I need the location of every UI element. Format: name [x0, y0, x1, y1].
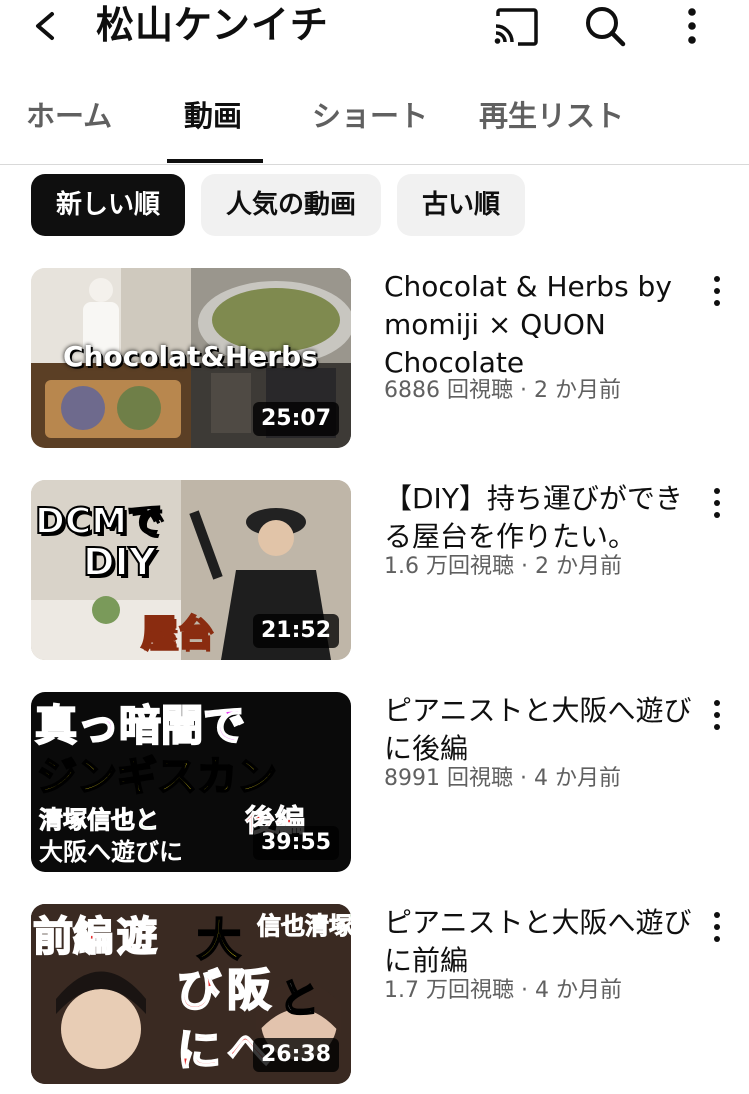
thumbnail-caption: 屋台: [140, 612, 214, 655]
video-title[interactable]: ピアニストと大阪へ遊びに後編: [384, 692, 694, 768]
video-metadata: 6886 回視聴 · 2 か月前: [384, 378, 621, 403]
thumbnail-caption: 清塚: [305, 912, 352, 941]
tab-videos[interactable]: 動画: [184, 96, 242, 136]
more-vertical-icon: [714, 488, 720, 518]
more-vertical-icon: [688, 8, 696, 44]
video-title[interactable]: 【DIY】持ち運びができる屋台を作りたい。: [384, 480, 694, 556]
more-options-button[interactable]: [668, 4, 716, 48]
top-app-bar: 松山ケンイチ: [0, 0, 749, 60]
video-duration: 25:07: [252, 402, 339, 436]
video-thumbnail[interactable]: 真っ暗闇で ジンギスカン 清塚信也と 大阪へ遊びに 後編 39:55: [31, 692, 351, 872]
thumbnail-caption: Chocolat&Herbs: [63, 340, 318, 373]
thumbnail-caption: 大阪へ遊びに: [39, 838, 183, 866]
video-title[interactable]: ピアニストと大阪へ遊びに前編: [384, 904, 694, 980]
thumbnail-caption: DIY: [82, 539, 157, 585]
thumbnail-caption: 前編: [32, 913, 114, 961]
thumbnail-caption: 阪: [226, 964, 272, 1017]
channel-title: 松山ケンイチ: [96, 3, 329, 47]
thumbnail-caption: と: [278, 975, 320, 1023]
chip-popular[interactable]: 人気の動画: [201, 174, 381, 236]
search-icon: [586, 7, 626, 47]
video-thumbnail[interactable]: Chocolat&Herbs 25:07: [31, 268, 351, 448]
channel-tabs: ホーム 動画 ショート 再生リスト: [0, 80, 749, 165]
video-menu-button[interactable]: [700, 910, 734, 944]
video-title[interactable]: Chocolat & Herbs by momiji × QUON Chocol…: [384, 268, 694, 382]
more-vertical-icon: [714, 276, 720, 306]
tab-shorts[interactable]: ショート: [312, 96, 428, 136]
more-vertical-icon: [714, 912, 720, 942]
video-duration: 21:52: [252, 614, 339, 648]
video-item[interactable]: Chocolat&Herbs 25:07 Chocolat & Herbs by…: [0, 268, 749, 458]
channel-videos-page: 松山ケンイチ ホーム 動画 ショート 再生リスト 新しい順 人気の動画 古い順 …: [0, 0, 749, 1094]
tab-home[interactable]: ホーム: [26, 96, 112, 136]
tab-playlists[interactable]: 再生リスト: [479, 96, 624, 136]
thumbnail-caption: 清塚信也と: [39, 806, 160, 835]
thumbnail-caption: ジンギスカン: [36, 753, 278, 801]
thumbnail-caption: DCMで: [34, 500, 164, 543]
video-menu-button[interactable]: [700, 274, 734, 308]
video-item[interactable]: 前編 遊 び に 大 阪 へ と 信也 清塚 26:38 ピアニストと大阪へ遊び…: [0, 904, 749, 1094]
video-metadata: 1.7 万回視聴 · 4 か月前: [384, 978, 622, 1003]
chip-oldest[interactable]: 古い順: [397, 174, 525, 236]
thumbnail-caption: 信也: [257, 912, 306, 941]
cast-icon: [494, 8, 538, 46]
video-item[interactable]: DCMで DIY 屋台 21:52 【DIY】持ち運びができる屋台を作りたい。 …: [0, 480, 749, 670]
video-thumbnail[interactable]: 前編 遊 び に 大 阪 へ と 信也 清塚 26:38: [31, 904, 351, 1084]
video-item[interactable]: 真っ暗闇で ジンギスカン 清塚信也と 大阪へ遊びに 後編 39:55 ピアニスト…: [0, 692, 749, 882]
chip-newest[interactable]: 新しい順: [31, 174, 185, 236]
cast-button[interactable]: [492, 4, 540, 48]
back-arrow-icon: [36, 12, 54, 40]
video-metadata: 1.6 万回視聴 · 2 か月前: [384, 554, 622, 579]
thumbnail-caption: に: [176, 1024, 222, 1077]
video-duration: 39:55: [252, 826, 339, 860]
back-button[interactable]: [26, 6, 66, 46]
search-button[interactable]: [580, 4, 628, 48]
video-menu-button[interactable]: [700, 698, 734, 732]
video-duration: 26:38: [252, 1038, 339, 1072]
video-thumbnail[interactable]: DCMで DIY 屋台 21:52: [31, 480, 351, 660]
video-metadata: 8991 回視聴 · 4 か月前: [384, 766, 621, 791]
active-tab-indicator: [167, 159, 263, 163]
thumbnail-caption: 遊: [116, 913, 158, 961]
more-vertical-icon: [714, 700, 720, 730]
video-menu-button[interactable]: [700, 486, 734, 520]
